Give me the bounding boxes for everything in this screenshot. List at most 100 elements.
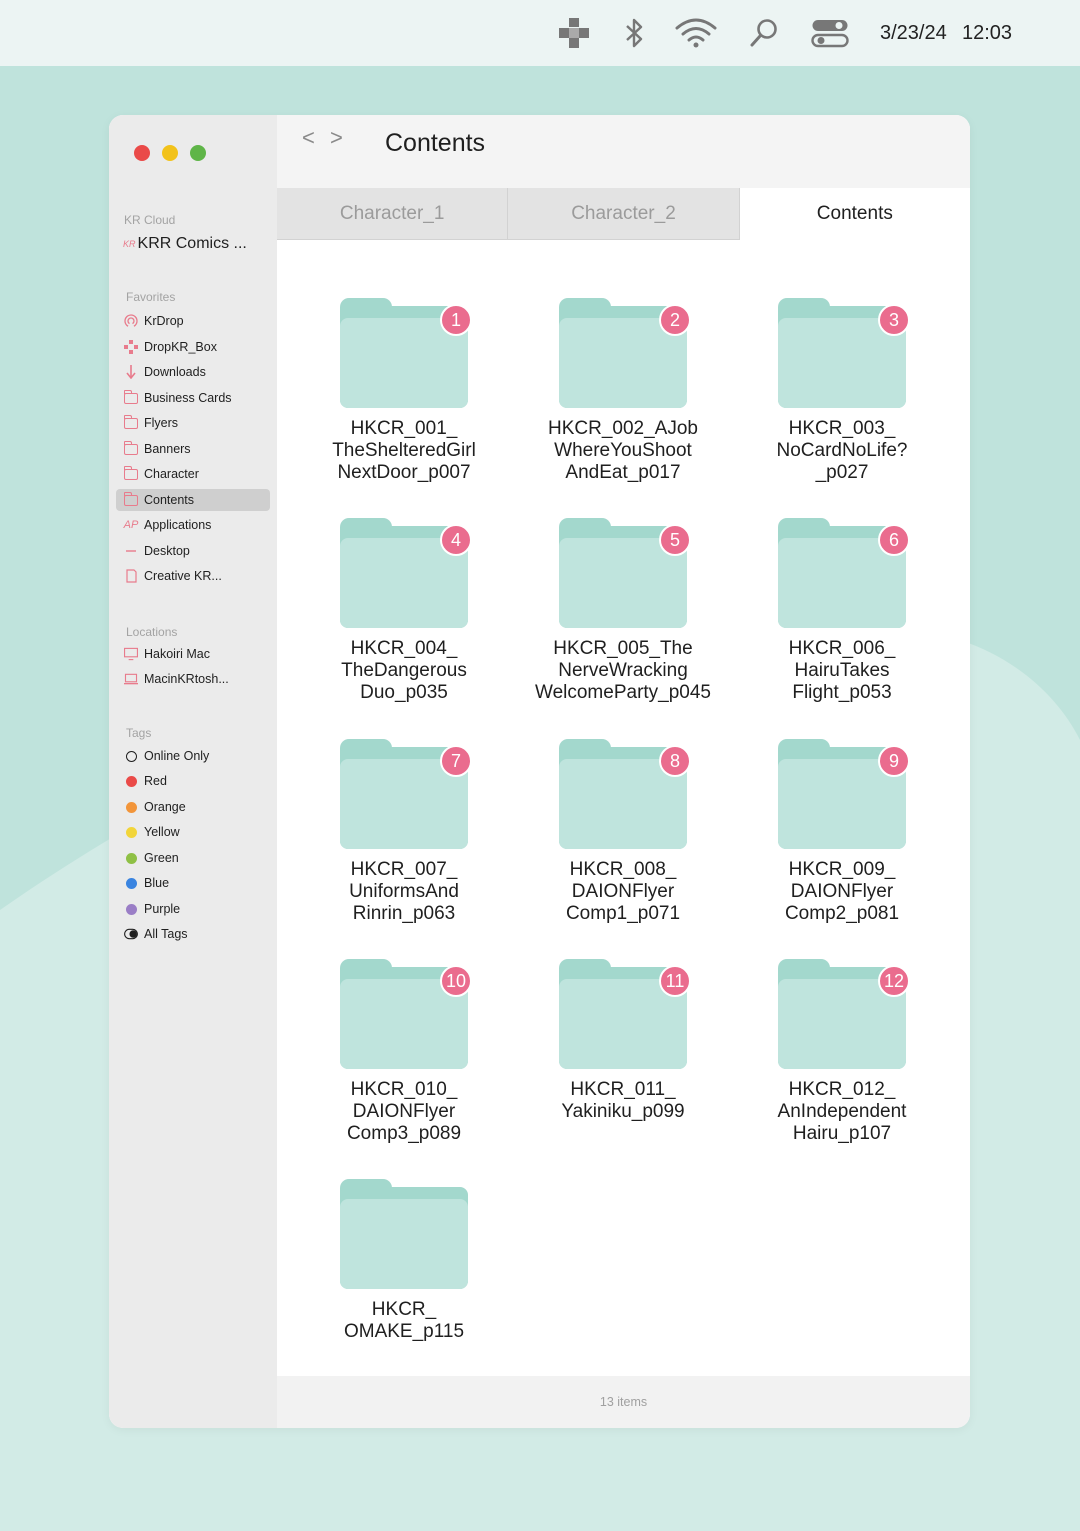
status-bar: 13 items xyxy=(277,1376,970,1428)
folder-icon: 3 xyxy=(778,298,910,408)
tag-green[interactable]: Green xyxy=(116,847,270,869)
sidebar-item-label: Flyers xyxy=(144,416,179,430)
sidebar-item-dropkr-box[interactable]: DropKR_Box xyxy=(116,336,270,358)
red-tag-dot xyxy=(124,774,138,788)
sidebar-item-flyers[interactable]: Flyers xyxy=(116,412,270,434)
sidebar-item-downloads[interactable]: Downloads xyxy=(116,361,270,383)
cloud-section-label: KR Cloud xyxy=(124,213,176,227)
sidebar-item-label: DropKR_Box xyxy=(144,340,217,354)
number-badge: 4 xyxy=(440,524,472,556)
folder-name: HKCR_011_ Yakiniku_p099 xyxy=(561,1079,685,1122)
number-badge: 2 xyxy=(659,304,691,336)
airdrop-icon xyxy=(124,314,138,328)
menubar-date[interactable]: 3/23/24 xyxy=(880,22,947,45)
sidebar-item-label: KrDrop xyxy=(144,314,184,328)
forward-button[interactable]: > xyxy=(330,125,343,151)
zoom-window-button[interactable] xyxy=(190,145,206,161)
folder-item[interactable]: 5 HKCR_005_The NerveWracking WelcomeParty_… xyxy=(518,518,728,704)
folder-item[interactable]: 4 HKCR_004_ TheDangerous Duo_p035 xyxy=(299,518,509,704)
number-badge: 12 xyxy=(878,965,910,997)
folder-item[interactable]: 6 HKCR_006_ HairuTakes Flight_p053 xyxy=(737,518,947,704)
folder-item[interactable]: 2 HKCR_002_AJob WhereYouShoot AndEat_p017 xyxy=(518,298,728,484)
sidebar-item-krdrop[interactable]: KrDrop xyxy=(116,310,270,332)
folder-item[interactable]: 11 HKCR_011_ Yakiniku_p099 xyxy=(518,959,728,1123)
number-badge: 5 xyxy=(659,524,691,556)
tab-character-1[interactable]: Character_1 xyxy=(277,188,509,240)
folder-icon xyxy=(124,491,138,507)
folder-item[interactable]: 12 HKCR_012_ AnIndependent Hairu_p107 xyxy=(737,959,947,1145)
wifi-icon[interactable] xyxy=(674,16,718,50)
tag-label: Orange xyxy=(144,800,186,814)
laptop-icon xyxy=(124,672,138,686)
folder-name: HKCR_008_ DAIONFlyer Comp1_p071 xyxy=(565,859,681,924)
control-center-icon[interactable] xyxy=(810,16,850,50)
folder-icon: 6 xyxy=(778,518,910,628)
folder-item[interactable]: 3 HKCR_003_ NoCardNoLife? _p027 xyxy=(737,298,947,484)
sidebar-item-hakoiri-mac[interactable]: Hakoiri Mac xyxy=(116,643,270,665)
tag-online-only[interactable]: Online Only xyxy=(116,745,270,767)
folder-item[interactable]: 8 HKCR_008_ DAIONFlyer Comp1_p071 xyxy=(518,739,728,925)
bluetooth-icon[interactable] xyxy=(620,16,648,50)
tab-bar: Character_1 Character_2 Contents xyxy=(277,188,970,240)
tag-all-tags[interactable]: All Tags xyxy=(116,923,270,945)
folder-icon: 10 xyxy=(340,959,472,1069)
sidebar-item-label: Hakoiri Mac xyxy=(144,647,210,661)
applications-icon: AP xyxy=(123,519,139,531)
menubar-time[interactable]: 12:03 xyxy=(962,22,1012,45)
tab-contents[interactable]: Contents xyxy=(739,188,970,240)
folder-icon: 9 xyxy=(778,739,910,849)
folder-name: HKCR_009_ DAIONFlyer Comp2_p081 xyxy=(784,859,900,924)
tag-yellow[interactable]: Yellow xyxy=(116,821,270,843)
folder-item[interactable]: 1 HKCR_001_ TheShelteredGirl NextDoor_p007 xyxy=(299,298,509,484)
close-window-button[interactable] xyxy=(134,145,150,161)
folder-item[interactable]: 10 HKCR_010_ DAIONFlyer Comp3_p089 xyxy=(299,959,509,1145)
finder-window: KR Cloud KR KRR Comics ... Favorites KrD… xyxy=(109,115,970,1428)
sidebar-item-character[interactable]: Character xyxy=(116,463,270,485)
sidebar-item-applications[interactable]: AP Applications xyxy=(116,514,270,536)
tag-blue[interactable]: Blue xyxy=(116,872,270,894)
document-icon xyxy=(124,569,138,583)
cloud-account[interactable]: KR KRR Comics ... xyxy=(123,235,247,253)
sidebar-item-label: Business Cards xyxy=(144,391,232,405)
tag-purple[interactable]: Purple xyxy=(116,898,270,920)
sidebar-item-macinkrtosh[interactable]: MacinKRtosh... xyxy=(116,668,270,690)
tag-label: Purple xyxy=(144,902,181,916)
cloud-account-name: KRR Comics ... xyxy=(137,235,247,252)
monitor-icon xyxy=(124,647,138,661)
folder-name: HKCR_010_ DAIONFlyer Comp3_p089 xyxy=(346,1079,462,1144)
sidebar-item-business-cards[interactable]: Business Cards xyxy=(116,387,270,409)
sidebar-item-banners[interactable]: Banners xyxy=(116,438,270,460)
folder-name: HKCR_006_ HairuTakes Flight_p053 xyxy=(788,638,896,703)
number-badge: 9 xyxy=(878,745,910,777)
back-button[interactable]: < xyxy=(302,125,315,151)
tag-red[interactable]: Red xyxy=(116,770,270,792)
sidebar-item-contents[interactable]: Contents xyxy=(116,489,270,511)
number-badge: 7 xyxy=(440,745,472,777)
tag-label: Online Only xyxy=(144,749,210,763)
folder-icon xyxy=(124,389,138,405)
tag-orange[interactable]: Orange xyxy=(116,796,270,818)
purple-tag-dot xyxy=(124,902,138,916)
folder-icon xyxy=(340,1179,468,1289)
sidebar-item-desktop[interactable]: Desktop xyxy=(116,540,270,562)
folder-name: HKCR_ OMAKE_p115 xyxy=(343,1299,465,1342)
cross-grid-icon[interactable] xyxy=(556,16,592,50)
folder-item[interactable]: 9 HKCR_009_ DAIONFlyer Comp2_p081 xyxy=(737,739,947,925)
minimize-window-button[interactable] xyxy=(162,145,178,161)
dropbox-icon xyxy=(124,340,138,354)
folder-item[interactable]: 7 HKCR_007_ UniformsAnd Rinrin_p063 xyxy=(299,739,509,925)
sidebar-item-creative-kr[interactable]: Creative KR... xyxy=(116,565,270,587)
orange-tag-dot xyxy=(124,800,138,814)
sidebar-item-label: MacinKRtosh... xyxy=(144,672,229,686)
folder-name: HKCR_007_ UniformsAnd Rinrin_p063 xyxy=(349,859,459,924)
search-icon[interactable] xyxy=(748,16,780,50)
folder-name: HKCR_004_ TheDangerous Duo_p035 xyxy=(341,638,467,703)
window-title: Contents xyxy=(385,129,486,157)
folder-icon: 12 xyxy=(778,959,910,1069)
tab-character-2[interactable]: Character_2 xyxy=(508,188,740,240)
folder-name: HKCR_002_AJob WhereYouShoot AndEat_p017 xyxy=(548,418,698,483)
folder-icon: 4 xyxy=(340,518,472,628)
folder-item[interactable]: HKCR_ OMAKE_p115 xyxy=(299,1179,509,1343)
desktop-icon xyxy=(124,544,138,558)
number-badge: 6 xyxy=(878,524,910,556)
